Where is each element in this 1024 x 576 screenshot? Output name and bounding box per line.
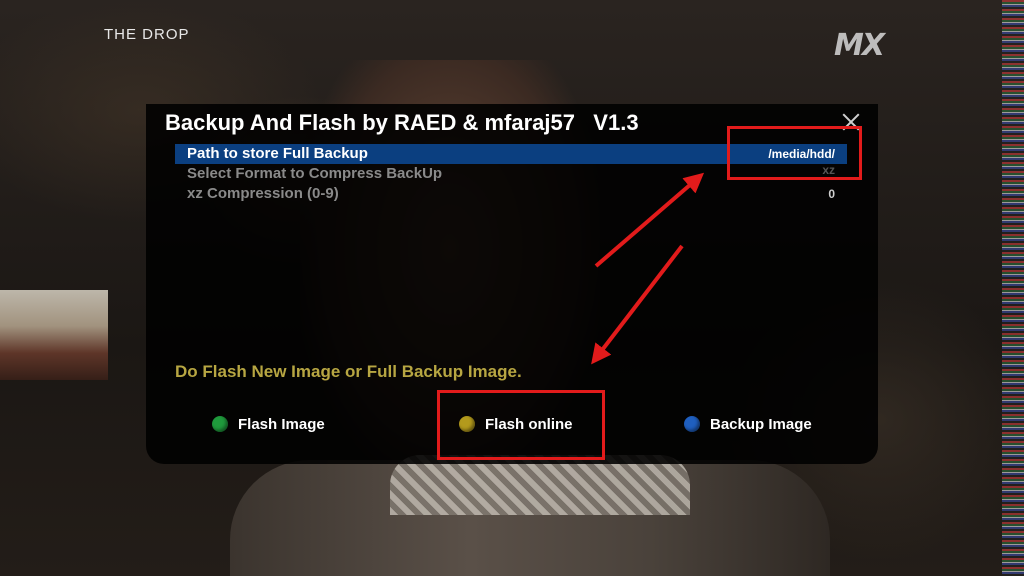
annotation-arrows: [591, 172, 705, 365]
arrow-to-flash-online: [591, 244, 684, 365]
arrow-to-path: [594, 172, 705, 268]
